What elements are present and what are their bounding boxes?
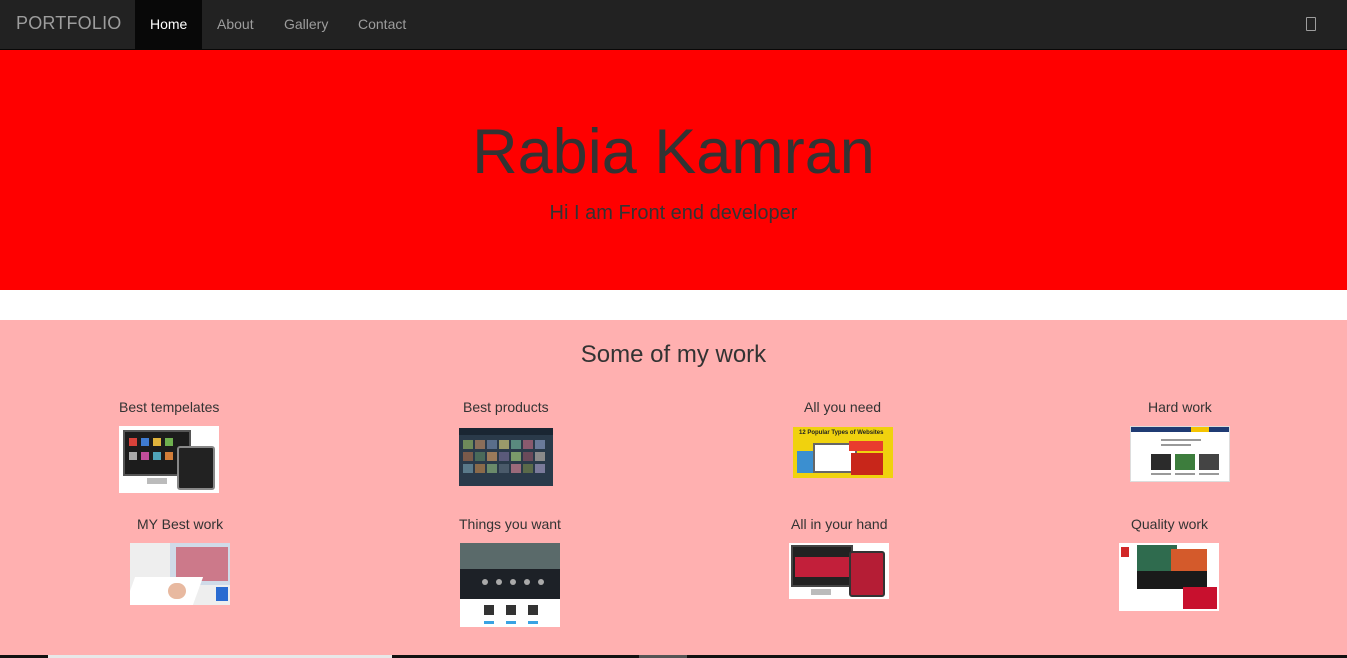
- hero-name: Rabia Kamran: [472, 117, 875, 187]
- thumbnail-text: 12 Popular Types of Websites: [799, 430, 884, 436]
- work-thumbnail[interactable]: [130, 543, 230, 605]
- nav-gallery[interactable]: Gallery: [269, 0, 343, 49]
- work-caption: Things you want: [459, 516, 561, 532]
- hero-tagline: Hi I am Front end developer: [549, 202, 798, 224]
- work-thumbnail[interactable]: [1119, 543, 1219, 611]
- nav-contact[interactable]: Contact: [343, 0, 421, 49]
- work-thumbnail[interactable]: [460, 543, 560, 627]
- work-title: Some of my work: [580, 341, 767, 368]
- nav-home[interactable]: Home: [135, 0, 202, 49]
- work-caption: Quality work: [1131, 516, 1209, 532]
- work-caption: All in your hand: [791, 516, 888, 532]
- work-thumbnail[interactable]: 12 Popular Types of Websites: [793, 427, 893, 478]
- work-caption: Hard work: [1148, 399, 1212, 415]
- navbar: PORTFOLIO Home About Gallery Contact: [0, 0, 1347, 50]
- work-caption: Best products: [463, 399, 549, 415]
- work-thumbnail[interactable]: [1130, 426, 1230, 482]
- work-caption: Best tempelates: [119, 399, 220, 415]
- work-thumbnail[interactable]: [459, 428, 553, 486]
- work-caption: All you need: [804, 399, 882, 415]
- work-thumbnail[interactable]: [789, 543, 889, 599]
- nav-about[interactable]: About: [202, 0, 269, 49]
- work-caption: MY Best work: [137, 516, 224, 532]
- work-thumbnail[interactable]: [119, 426, 219, 493]
- hero-banner: Rabia Kamran Hi I am Front end developer: [0, 50, 1347, 290]
- work-section: Some of my work Best tempelates Best pro…: [0, 320, 1347, 655]
- menu-icon[interactable]: [1306, 17, 1316, 31]
- brand-link[interactable]: PORTFOLIO: [16, 13, 122, 34]
